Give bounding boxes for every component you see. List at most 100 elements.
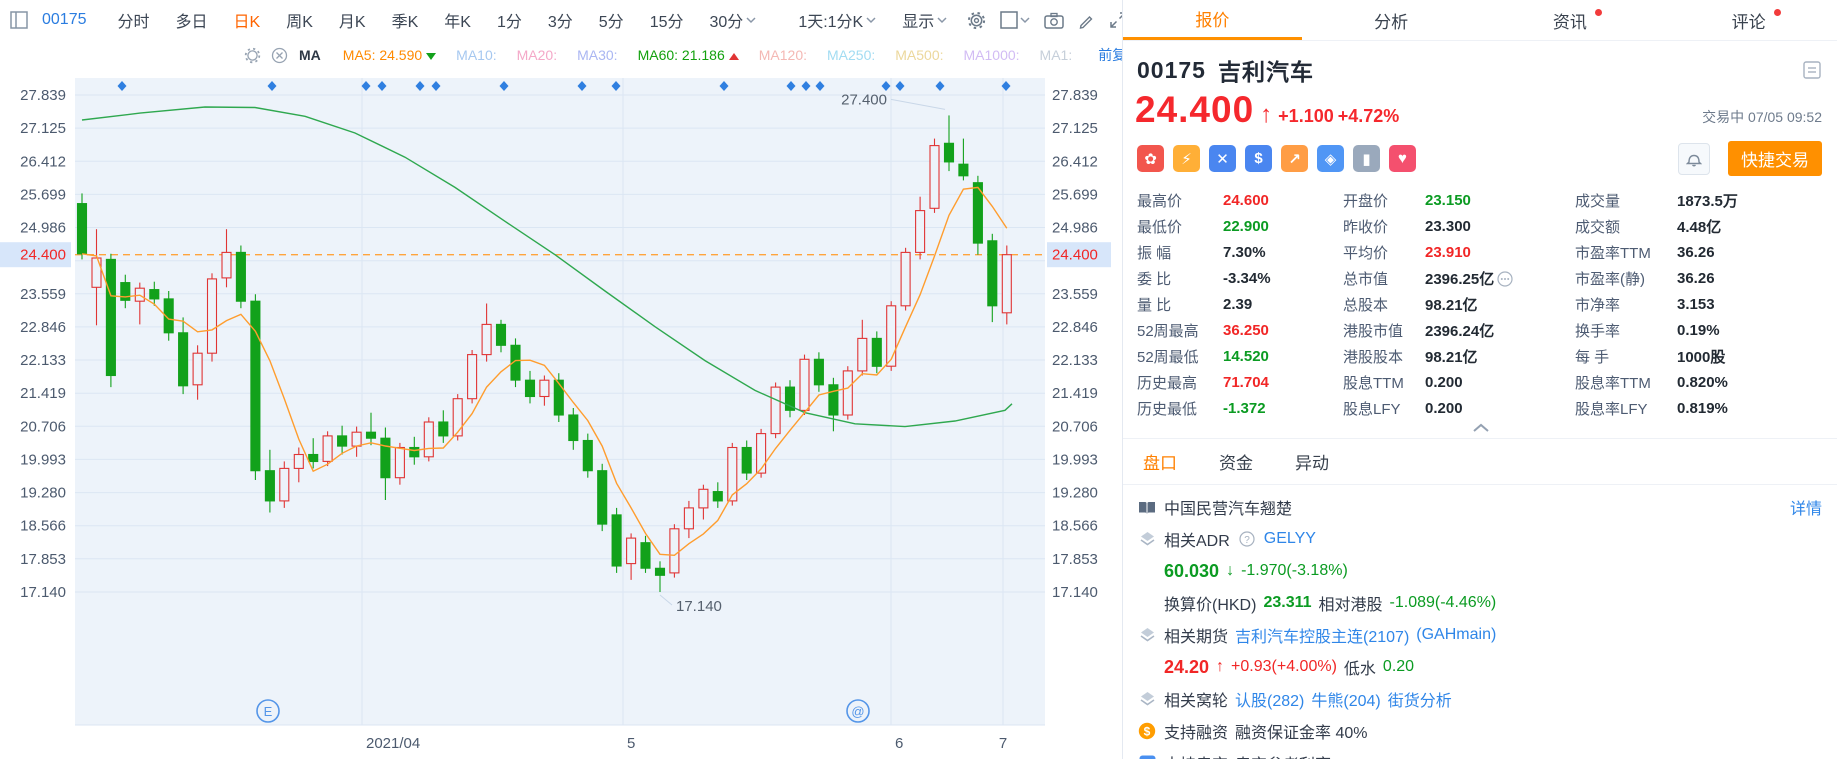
dollar-icon[interactable]: $ bbox=[1245, 145, 1272, 172]
stat-value: 7.30% bbox=[1223, 244, 1266, 261]
stat-label: 开盘价 bbox=[1343, 193, 1389, 210]
svg-text:23.559: 23.559 bbox=[20, 286, 66, 303]
trend-icon[interactable]: ↗ bbox=[1281, 145, 1308, 172]
stat-value: 36.26 bbox=[1677, 244, 1715, 261]
company-info-icon[interactable] bbox=[1802, 60, 1822, 80]
stat-value: 71.704 bbox=[1223, 374, 1269, 391]
info-row: 支持卖空卖空参考利率 0.04% bbox=[1137, 747, 1822, 759]
quick-trade-button[interactable]: 快捷交易 bbox=[1728, 141, 1822, 176]
svg-text:26.412: 26.412 bbox=[20, 153, 66, 170]
draw-pencil-icon[interactable] bbox=[1078, 12, 1095, 29]
stat-value: 2.39 bbox=[1223, 296, 1253, 313]
book-icon bbox=[1137, 500, 1157, 515]
ma-item: MA20: bbox=[516, 47, 558, 63]
info-row: 换算价(HKD) 23.311 相对港股 -1.089(-4.46%) bbox=[1137, 587, 1822, 619]
svg-text:22.133: 22.133 bbox=[1052, 352, 1098, 369]
bookmark-icon[interactable]: ▮ bbox=[1353, 145, 1380, 172]
lightning-icon[interactable]: ⚡ bbox=[1173, 145, 1200, 172]
info-text: 支持卖空 bbox=[1164, 751, 1228, 759]
stat-value: 0.200 bbox=[1425, 374, 1463, 391]
related-link[interactable]: 牛熊(204) bbox=[1311, 687, 1380, 711]
period-5分[interactable]: 5分 bbox=[599, 8, 624, 32]
hk-flower-icon[interactable]: ✿ bbox=[1137, 145, 1164, 172]
related-link[interactable]: (GAHmain) bbox=[1416, 626, 1496, 644]
layers-icon bbox=[1137, 691, 1157, 707]
quick-icon-row: ✿ ⚡ ✕ $ ↗ ◈ ▮ ♥ 快捷交易 bbox=[1123, 131, 1837, 180]
stat-value: 23.150 bbox=[1425, 192, 1471, 209]
svg-text:22.846: 22.846 bbox=[1052, 319, 1098, 336]
tab-分析[interactable]: 分析 bbox=[1302, 0, 1481, 40]
ma-item: MA1: bbox=[1039, 47, 1073, 63]
settings-gear-icon[interactable] bbox=[967, 11, 986, 30]
svg-text:19.280: 19.280 bbox=[20, 485, 66, 502]
exchange-icon[interactable]: ✕ bbox=[1209, 145, 1236, 172]
period-分时[interactable]: 分时 bbox=[118, 8, 150, 32]
quote-panel: 报价 分析 资讯 评论 00175 吉利汽车 24.400 ↑ +1.100 +4.7… bbox=[1122, 0, 1837, 759]
svg-text:17.140: 17.140 bbox=[1052, 584, 1098, 601]
info-text: ↑ bbox=[1216, 658, 1225, 675]
related-link[interactable]: GELYY bbox=[1264, 530, 1316, 548]
svg-text:22.133: 22.133 bbox=[20, 352, 66, 369]
svg-text:25.699: 25.699 bbox=[20, 186, 66, 203]
collapse-chevron-icon[interactable] bbox=[1123, 419, 1837, 434]
stock-code[interactable]: 00175 bbox=[42, 11, 87, 29]
info-text: +0.93(+4.00%) bbox=[1231, 658, 1337, 675]
info-text: 0.20 bbox=[1382, 658, 1415, 675]
layout-select-icon[interactable] bbox=[1000, 11, 1030, 29]
period-周K[interactable]: 周K bbox=[286, 8, 313, 32]
help-icon[interactable]: ? bbox=[1239, 531, 1255, 547]
stat-label: 换手率 bbox=[1575, 323, 1621, 340]
stat-value: -1.372 bbox=[1223, 400, 1266, 417]
tab-资讯[interactable]: 资讯 bbox=[1481, 0, 1660, 40]
alert-bell-icon[interactable] bbox=[1678, 142, 1710, 175]
stat-value: -3.34% bbox=[1223, 270, 1271, 287]
price-change-pct: +4.72% bbox=[1337, 106, 1400, 126]
window-icon[interactable] bbox=[10, 11, 28, 29]
stat-value: 3.153 bbox=[1677, 296, 1715, 313]
candlestick-chart[interactable]: 2021/04 5 6 7 27.839 27.839 27.125 27.125 26.412… bbox=[0, 70, 1122, 759]
period-月K[interactable]: 月K bbox=[339, 8, 366, 32]
period-季K[interactable]: 季K bbox=[392, 8, 419, 32]
detail-link[interactable]: 详情 bbox=[1790, 495, 1822, 519]
screenshot-camera-icon[interactable] bbox=[1044, 12, 1064, 29]
info-text: 相关窝轮 bbox=[1164, 693, 1229, 710]
period-3分[interactable]: 3分 bbox=[548, 8, 573, 32]
period-1分[interactable]: 1分 bbox=[497, 8, 522, 32]
tab-报价[interactable]: 报价 bbox=[1123, 0, 1302, 40]
display-menu[interactable]: 显示 bbox=[902, 8, 947, 32]
heart-icon[interactable]: ♥ bbox=[1389, 145, 1416, 172]
period-nav: 分时 多日 日K 周K 月K 季K 年K 1分 3分 5分 15分 30分 bbox=[105, 8, 770, 32]
indicator-gear-icon[interactable] bbox=[244, 47, 261, 64]
info-row: 相关期货 吉利汽车控股主连(2107) (GAHmain) bbox=[1137, 619, 1822, 651]
period-日K[interactable]: 日K bbox=[234, 8, 261, 32]
info-text: 24.20 bbox=[1164, 656, 1210, 677]
period-30分[interactable]: 30分 bbox=[710, 8, 757, 32]
stock-title-code: 00175 bbox=[1137, 56, 1206, 83]
ma-indicator-label[interactable]: MA bbox=[299, 47, 321, 63]
svg-text:17.140: 17.140 bbox=[676, 598, 722, 615]
period-年K[interactable]: 年K bbox=[444, 8, 471, 32]
svg-text:6: 6 bbox=[895, 735, 903, 752]
period-多日[interactable]: 多日 bbox=[176, 8, 208, 32]
trend-down-icon bbox=[426, 53, 437, 60]
stat-value: 0.819% bbox=[1677, 400, 1728, 417]
indicator-close-icon[interactable] bbox=[271, 47, 288, 64]
subtab-资金[interactable]: 资金 bbox=[1219, 449, 1253, 474]
composite-period-select[interactable]: 1天:1分K bbox=[798, 8, 876, 32]
ellipsis-circle-icon[interactable] bbox=[1497, 270, 1513, 287]
stat-label: 股息率TTM bbox=[1575, 375, 1651, 392]
subtab-异动[interactable]: 异动 bbox=[1295, 449, 1329, 474]
price-up-arrow: ↑ bbox=[1260, 101, 1273, 128]
market-status: 交易中 07/05 09:52 bbox=[1702, 109, 1822, 125]
tag-icon[interactable]: ◈ bbox=[1317, 145, 1344, 172]
tab-评论[interactable]: 评论 bbox=[1659, 0, 1837, 40]
stat-label: 最高价 bbox=[1137, 193, 1183, 210]
svg-text:26.412: 26.412 bbox=[1052, 153, 1098, 170]
related-link[interactable]: 吉利汽车控股主连(2107) bbox=[1235, 623, 1409, 647]
related-link[interactable]: 认股(282) bbox=[1235, 687, 1304, 711]
period-15分[interactable]: 15分 bbox=[650, 8, 684, 32]
related-link[interactable]: 街货分析 bbox=[1388, 687, 1452, 711]
svg-text:21.419: 21.419 bbox=[1052, 385, 1098, 402]
stat-label: 股息率LFY bbox=[1575, 401, 1648, 418]
subtab-盘口[interactable]: 盘口 bbox=[1143, 449, 1177, 474]
